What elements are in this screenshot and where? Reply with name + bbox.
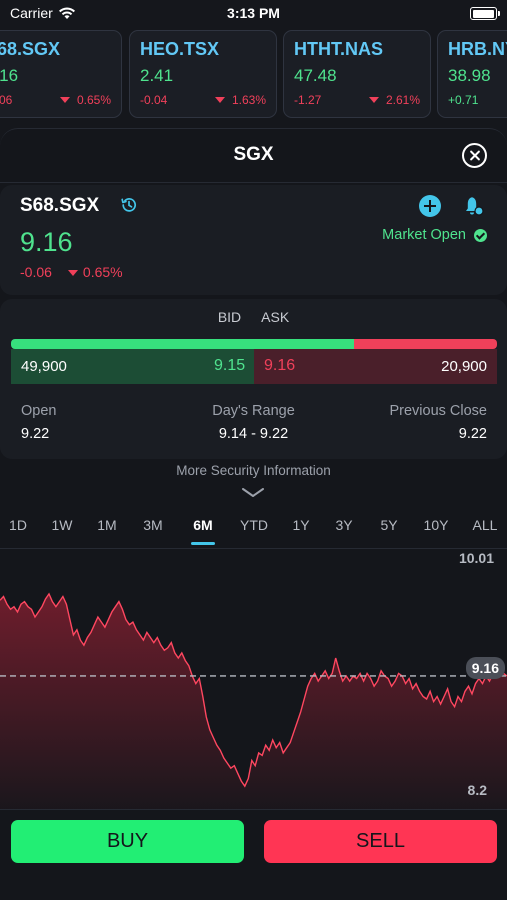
add-watchlist-icon[interactable]: [419, 195, 441, 217]
range-tab-1w[interactable]: 1W: [52, 517, 73, 533]
range-tab-1y[interactable]: 1Y: [292, 517, 309, 533]
ticker-price: 2.41: [140, 66, 174, 85]
range-tab-10y[interactable]: 10Y: [424, 517, 449, 533]
ticker-card[interactable]: HTHT.NAS 47.48 -1.27 2.61%: [283, 30, 431, 118]
ask-size: 20,900: [441, 358, 487, 375]
battery-icon: [470, 7, 500, 20]
ticker-card[interactable]: HRB.NYS 38.98 +0.71: [437, 30, 507, 118]
sheet-header: SGX: [0, 129, 507, 183]
active-range-indicator: [191, 542, 215, 545]
security-detail-sheet: SGX S68.SGX 9.16 -0.06 0.65% Market Open …: [0, 128, 507, 900]
security-price: 9.16: [20, 227, 73, 257]
range-tab-1d[interactable]: 1D: [9, 517, 27, 533]
bid-ask-ratio-bar: [11, 339, 497, 349]
bid-size: 49,900: [21, 358, 67, 375]
ticker-change: +0.71: [448, 93, 479, 107]
sheet-title: SGX: [233, 144, 274, 165]
ticker-strip[interactable]: S68.SGX 9.16 -0.06 0.65% HEO.TSX 2.41 -0.…: [0, 30, 507, 120]
ticker-symbol: HRB.NYS: [448, 39, 507, 59]
bid-label: BID: [217, 309, 242, 325]
chart-max-label: 10.01: [458, 550, 494, 566]
price-change-row: -0.06 0.65%: [20, 264, 123, 280]
down-arrow-icon: [67, 270, 78, 276]
bid-ask-row: 49,900 9.15 9.16 20,900: [11, 349, 497, 384]
stat-previous-close: Previous Close 9.22: [389, 403, 487, 442]
ticker-change: -0.06: [0, 93, 13, 107]
ticker-change-pct: 1.63%: [231, 93, 266, 107]
buy-button[interactable]: BUY: [11, 820, 244, 863]
ticker-change-pct: 0.65%: [76, 93, 111, 107]
ticker-change: -0.04: [140, 93, 168, 107]
sell-button[interactable]: SELL: [264, 820, 497, 863]
clock: 3:13 PM: [227, 5, 280, 21]
range-tab-3y[interactable]: 3Y: [335, 517, 352, 533]
market-status: Market Open: [382, 227, 487, 243]
history-icon[interactable]: [120, 196, 138, 214]
action-bar: BUY SELL: [0, 809, 507, 900]
ticker-change-pct: 2.61%: [385, 93, 420, 107]
range-tab-ytd[interactable]: YTD: [240, 517, 268, 533]
ticker-symbol: HEO.TSX: [140, 39, 220, 59]
chevron-down-icon[interactable]: [241, 487, 265, 499]
down-arrow-icon: [59, 97, 70, 103]
quote-card: S68.SGX 9.16 -0.06 0.65% Market Open: [0, 185, 507, 295]
ticker-price: 47.48: [294, 66, 337, 85]
check-circle-icon: [474, 228, 487, 242]
close-button[interactable]: [462, 143, 487, 168]
chart-last-price-label: 9.16: [465, 657, 505, 679]
ask-price: 9.16: [264, 357, 296, 374]
stat-value: 9.22: [458, 426, 487, 442]
ticker-price: 38.98: [448, 66, 491, 85]
range-tab-5y[interactable]: 5Y: [380, 517, 397, 533]
ticker-card[interactable]: HEO.TSX 2.41 -0.04 1.63%: [129, 30, 277, 118]
range-tab-1m[interactable]: 1M: [97, 517, 116, 533]
range-tab-6m[interactable]: 6M: [193, 517, 212, 533]
market-status-label: Market Open: [382, 227, 466, 243]
price-area: [0, 593, 507, 809]
range-tabs: 1D 1W 1M 3M 6M YTD 1Y 3Y 5Y 10Y ALL: [0, 505, 507, 549]
bell-alert-icon[interactable]: [463, 194, 485, 218]
price-chart[interactable]: [0, 549, 507, 809]
more-security-info-link[interactable]: More Security Information: [0, 463, 507, 478]
price-change: -0.06: [20, 264, 52, 280]
status-bar: Carrier 3:13 PM: [0, 0, 507, 28]
stat-label: Previous Close: [389, 403, 487, 419]
ticker-price: 9.16: [0, 66, 19, 85]
ticker-symbol: S68.SGX: [0, 39, 61, 59]
range-tab-all[interactable]: ALL: [473, 517, 498, 533]
bid-ask-header: BID ASK: [0, 309, 507, 325]
ticker-card[interactable]: S68.SGX 9.16 -0.06 0.65%: [0, 30, 122, 118]
ask-ratio-fill: [353, 339, 497, 349]
ticker-symbol: HTHT.NAS: [294, 39, 383, 59]
ask-label: ASK: [261, 309, 290, 325]
bid-ratio-fill: [11, 339, 354, 349]
security-symbol: S68.SGX: [20, 195, 100, 216]
price-change-pct: 0.65%: [82, 264, 123, 280]
range-tab-3m[interactable]: 3M: [143, 517, 162, 533]
bid-price: 9.15: [214, 357, 246, 374]
down-arrow-icon: [368, 97, 379, 103]
chart-min-label: 8.2: [467, 782, 487, 798]
battery-level: [472, 9, 494, 18]
down-arrow-icon: [214, 97, 225, 103]
bid-ask-card: BID ASK 49,900 9.15 9.16 20,900 Open 9.22…: [0, 299, 507, 459]
ticker-change: -1.27: [294, 93, 322, 107]
